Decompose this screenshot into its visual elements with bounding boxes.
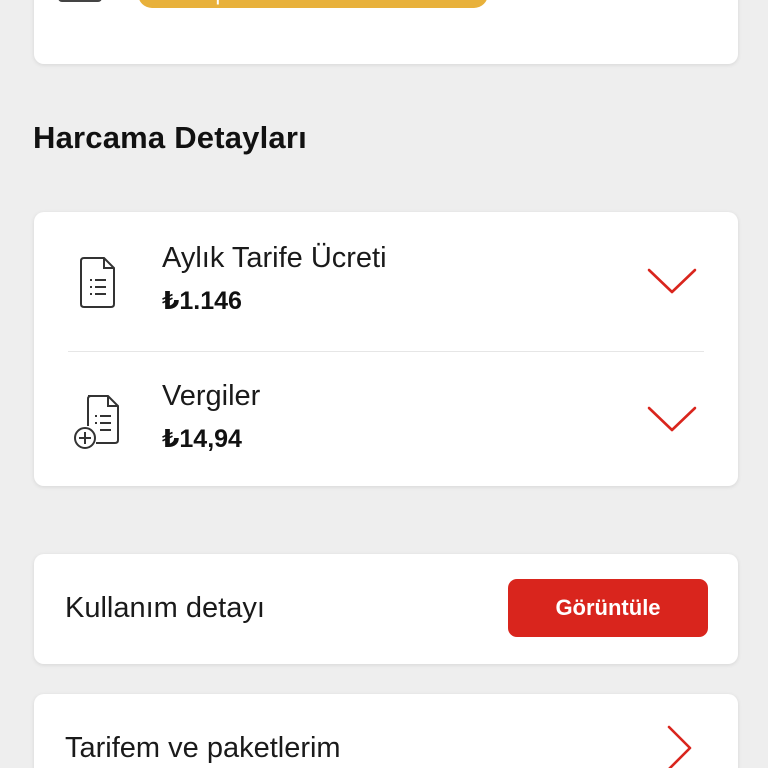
tariff-packages-label: Tarifem ve paketlerim	[65, 732, 341, 764]
billing-summary-card: Hesap kesim tarihi: 01 Kasım	[34, 0, 738, 64]
view-usage-button[interactable]: Görüntüle	[508, 579, 708, 637]
spend-item-taxes[interactable]: Vergiler ₺14,94	[34, 350, 738, 487]
spend-item-amount: ₺1.146	[162, 287, 242, 315]
usage-detail-label: Kullanım detayı	[65, 592, 265, 624]
spend-item-monthly-fee[interactable]: Aylık Tarife Ücreti ₺1.146	[34, 212, 738, 349]
spend-item-label: Vergiler	[162, 380, 261, 412]
calendar-icon	[58, 0, 102, 2]
chevron-down-icon[interactable]	[646, 404, 698, 434]
spending-details-title: Harcama Detayları	[33, 120, 307, 155]
document-add-icon	[74, 395, 119, 449]
page: Hesap kesim tarihi: 01 Kasım Harcama Det…	[0, 0, 768, 768]
spending-details-card: Aylık Tarife Ücreti ₺1.146 Vergiler ₺14,…	[34, 212, 738, 486]
cutoff-date-badge: Hesap kesim tarihi: 01 Kasım	[138, 0, 488, 8]
spend-item-amount: ₺14,94	[162, 425, 242, 453]
usage-detail-card: Kullanım detayı Görüntüle	[34, 554, 738, 664]
document-list-icon	[80, 257, 115, 308]
spend-item-label: Aylık Tarife Ücreti	[162, 242, 387, 274]
chevron-right-icon[interactable]	[664, 724, 694, 768]
tariff-packages-card[interactable]: Tarifem ve paketlerim	[34, 694, 738, 768]
chevron-down-icon[interactable]	[646, 266, 698, 296]
